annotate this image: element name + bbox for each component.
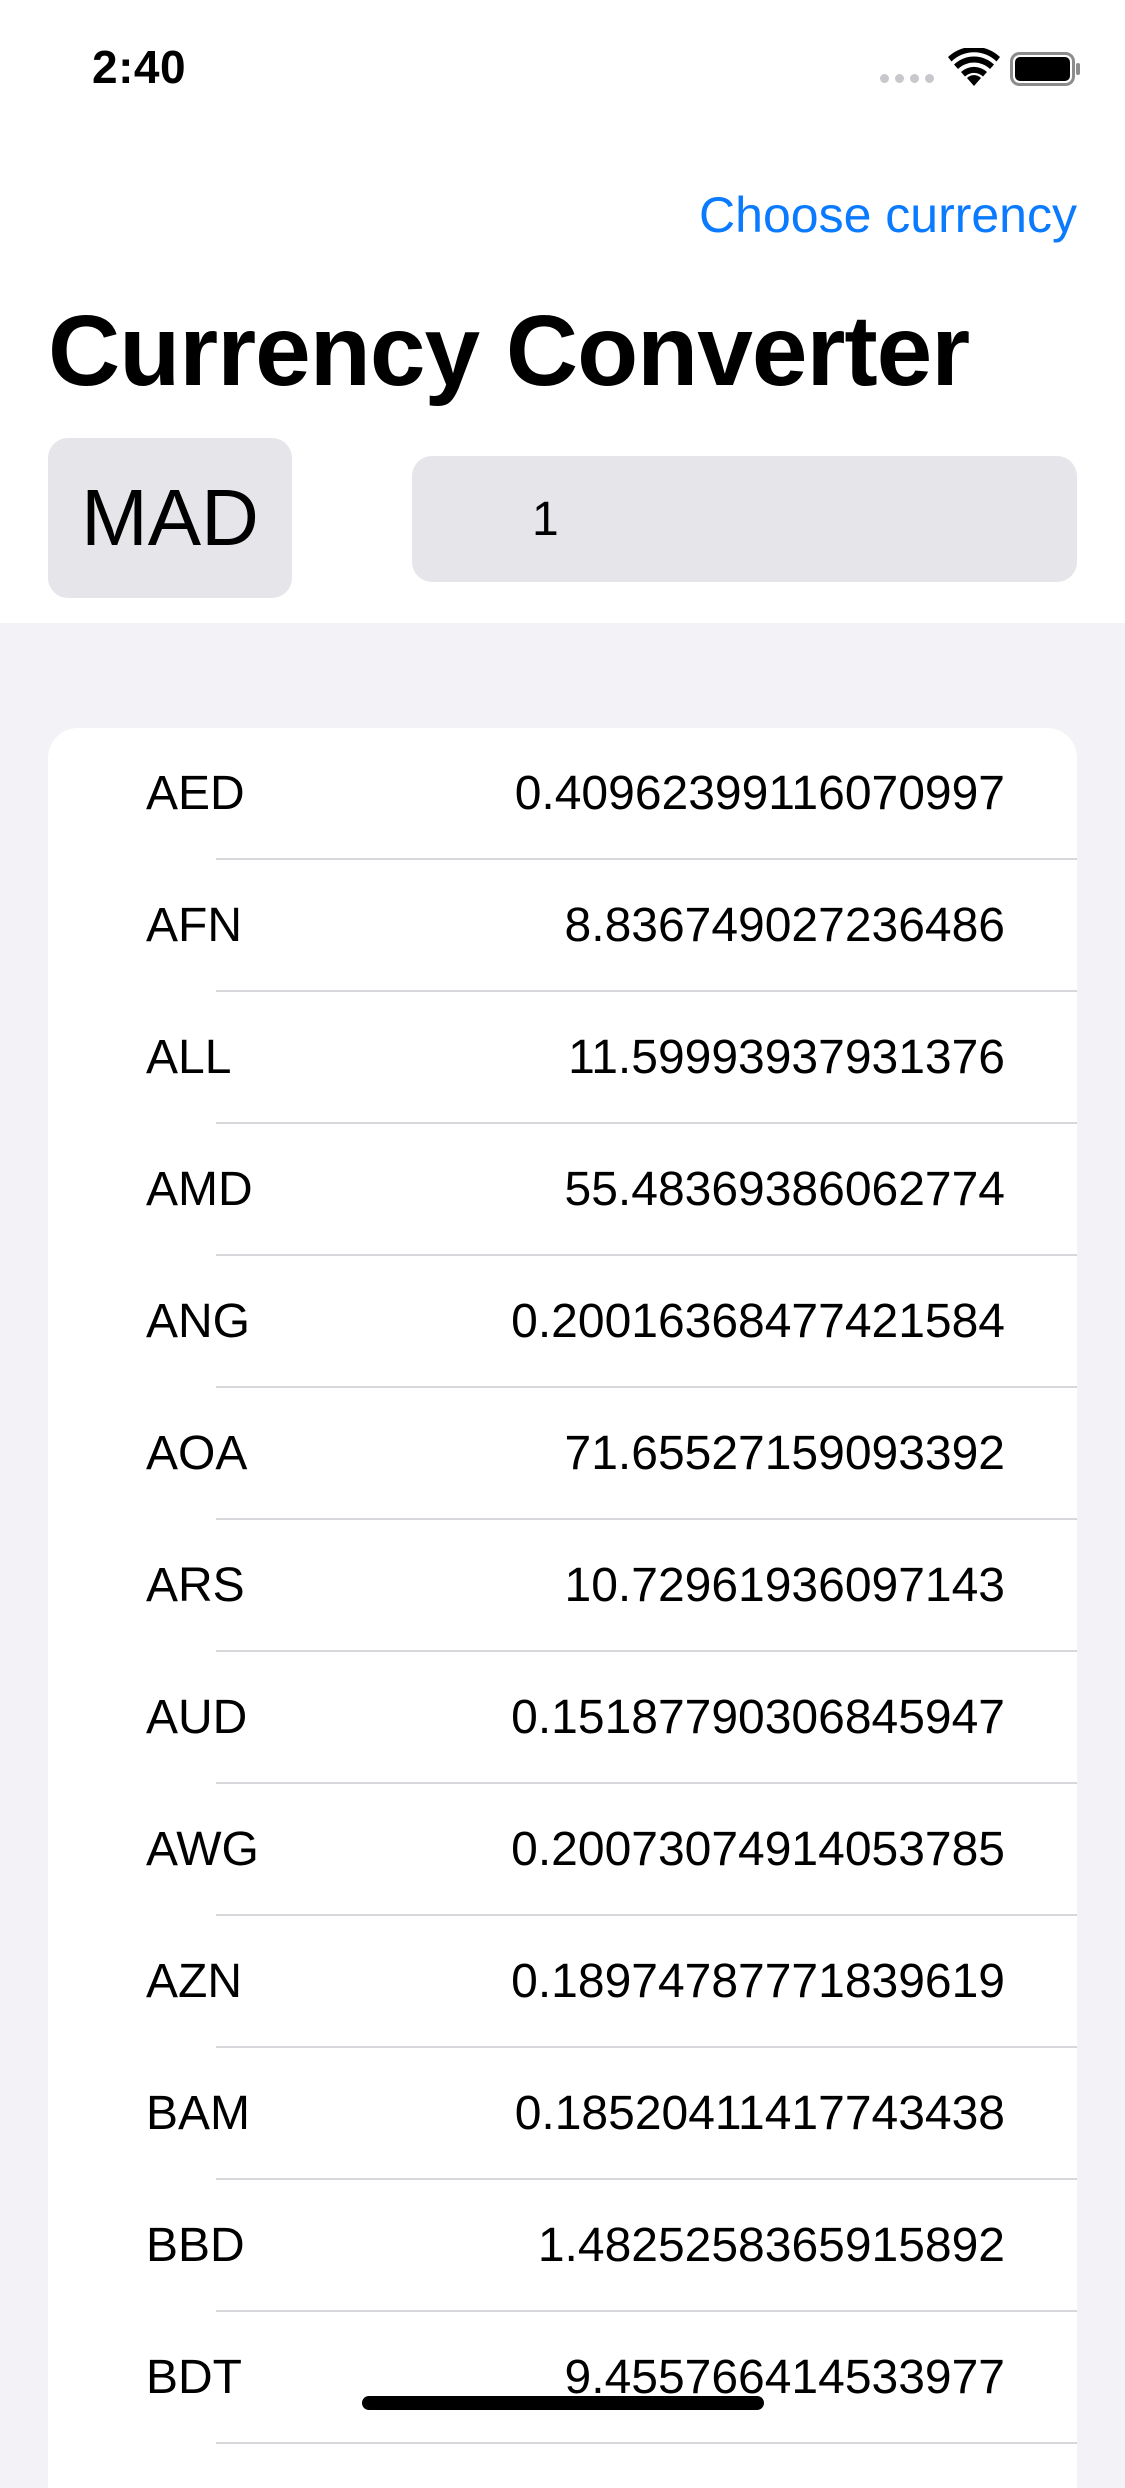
rate-row-amd[interactable]: AMD 55.48369386062774: [48, 1124, 1077, 1256]
rate-row-aoa[interactable]: AOA 71.65527159093392: [48, 1388, 1077, 1520]
rate-row-bbd[interactable]: BBD 1.4825258365915892: [48, 2180, 1077, 2312]
rate-code: AZN: [146, 1955, 242, 2008]
status-time: 2:40: [92, 41, 187, 93]
rate-row-awg[interactable]: AWG 0.20073074914053785: [48, 1784, 1077, 1916]
rate-value: 71.65527159093392: [564, 1427, 1005, 1480]
rate-value: 0.18520411417743438: [514, 2087, 1005, 2140]
rate-row-aud[interactable]: AUD 0.15187790306845947: [48, 1652, 1077, 1784]
rate-code: AWG: [146, 1823, 259, 1876]
rate-code: AUD: [146, 1691, 248, 1744]
rate-row-all[interactable]: ALL 11.59993937931376: [48, 992, 1077, 1124]
rate-code: AED: [146, 767, 245, 820]
rate-value: 0.18974787771839619: [511, 1955, 1005, 2008]
rate-value: 0.40962399116070997: [514, 767, 1005, 820]
battery-icon: [1010, 52, 1080, 86]
cellular-signal-icon: [880, 74, 934, 83]
rate-code: ARS: [146, 1559, 245, 1612]
rate-value: 11.59993937931376: [568, 1031, 1005, 1084]
rate-value: 55.48369386062774: [564, 1163, 1005, 1216]
rate-code: AFN: [146, 899, 242, 952]
rate-code: ANG: [146, 1295, 251, 1348]
rate-code: AMD: [146, 1163, 253, 1216]
rates-list: AED 0.40962399116070997 AFN 8.8367490272…: [48, 728, 1077, 2488]
rate-code: BDT: [146, 2351, 242, 2404]
rate-row-azn[interactable]: AZN 0.18974787771839619: [48, 1916, 1077, 2048]
rate-code: BAM: [146, 2087, 251, 2140]
rate-row-bam[interactable]: BAM 0.18520411417743438: [48, 2048, 1077, 2180]
rate-row-afn[interactable]: AFN 8.836749027236486: [48, 860, 1077, 992]
amount-input[interactable]: 1: [412, 456, 1077, 582]
rate-value: 0.20016368477421584: [511, 1295, 1005, 1348]
status-bar: 2:40: [0, 0, 1125, 140]
rate-row-ars[interactable]: ARS 10.72961936097143: [48, 1520, 1077, 1652]
rate-code: ALL: [146, 1031, 232, 1084]
rate-code: BBD: [146, 2219, 245, 2272]
rate-code: AOA: [146, 1427, 248, 1480]
choose-currency-button[interactable]: Choose currency: [699, 186, 1077, 244]
rate-row-bdt[interactable]: BDT 9.455766414533977: [48, 2312, 1077, 2444]
rate-value: 10.72961936097143: [564, 1559, 1005, 1612]
rate-row-ang[interactable]: ANG 0.20016368477421584: [48, 1256, 1077, 1388]
rate-value: 0.20073074914053785: [511, 1823, 1005, 1876]
rate-value: 1.4825258365915892: [537, 2219, 1005, 2272]
wifi-icon: [948, 48, 1000, 86]
rate-row-aed[interactable]: AED 0.40962399116070997: [48, 728, 1077, 860]
selected-currency-button[interactable]: MAD: [48, 438, 292, 598]
rate-value: 8.836749027236486: [564, 899, 1005, 952]
page-title: Currency Converter: [48, 295, 970, 407]
rate-value: 0.15187790306845947: [511, 1691, 1005, 1744]
home-indicator[interactable]: [362, 2396, 764, 2410]
